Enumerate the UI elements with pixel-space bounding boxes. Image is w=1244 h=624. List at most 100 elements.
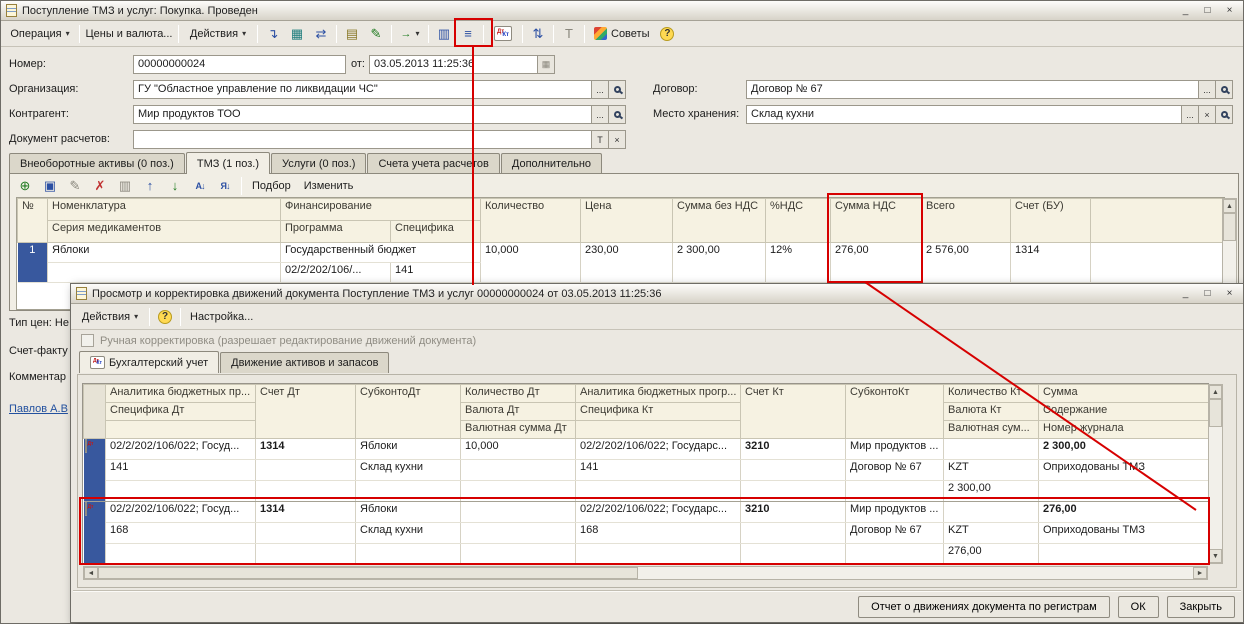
clear-icon[interactable]: × (1199, 105, 1216, 124)
scroll-thumb[interactable] (98, 567, 638, 579)
content-cell[interactable]: Оприходованы ТМЗ (1039, 523, 1209, 544)
row-number-cell[interactable]: 1 (18, 243, 48, 283)
main-titlebar[interactable]: Поступление ТМЗ и услуг: Покупка. Провед… (1, 1, 1243, 21)
sum-no-vat-cell[interactable]: 2 300,00 (673, 243, 766, 283)
change-button[interactable]: Изменить (299, 175, 359, 197)
ok-button[interactable]: ОК (1118, 596, 1159, 618)
goto-button[interactable]: → ▾ (396, 23, 424, 45)
pick-button[interactable]: Подбор (247, 175, 296, 197)
currency-kt-cell[interactable]: KZT (944, 460, 1039, 481)
choose-button[interactable]: ... (592, 105, 609, 124)
account-kt-cell[interactable]: 3210 (741, 502, 846, 523)
sort-descending-icon[interactable]: Я↓ (214, 175, 236, 197)
date-field[interactable]: 03.05.2013 11:25:36 ▦ (369, 55, 555, 74)
operation-menu-button[interactable]: Операция ▾ (5, 23, 75, 45)
tab-assets-movement[interactable]: Движение активов и запасов (220, 352, 389, 373)
nomenclature-cell[interactable]: Яблоки (48, 243, 281, 263)
currency-sum-kt-cell[interactable]: 276,00 (944, 544, 1039, 565)
help-button[interactable]: ? (154, 306, 176, 328)
storage-value[interactable]: Склад кухни (746, 105, 1182, 124)
number-value[interactable]: 00000000024 (133, 55, 346, 74)
contract-field[interactable]: Договор № 67 ... (746, 80, 1233, 99)
table-row[interactable]: 1 Яблоки Государственный бюджет 10,000 2… (18, 243, 1225, 263)
account-kt-cell[interactable]: 3210 (741, 439, 846, 460)
posting-row[interactable]: Дт Кт 02/2/202/106/022; Госуд... 1314 Яб… (84, 439, 1209, 460)
series-cell[interactable] (48, 263, 281, 283)
prices-currency-button[interactable]: Цены и валюта... (84, 23, 174, 45)
scroll-left-icon[interactable]: ◄ (84, 567, 98, 579)
subconto-dt-cell[interactable]: Яблоки (356, 439, 461, 460)
settlement-doc-value[interactable] (133, 130, 592, 149)
account-cell[interactable]: 1314 (1011, 243, 1091, 283)
empty-cell[interactable] (576, 481, 741, 502)
posting-row[interactable]: 276,00 (84, 544, 1209, 565)
subconto-dt2-cell[interactable]: Склад кухни (356, 523, 461, 544)
currency-sum-dt-cell[interactable] (461, 544, 576, 565)
empty-cell[interactable] (256, 544, 356, 565)
content-cell[interactable]: Оприходованы ТМЗ (1039, 460, 1209, 481)
tab-additional[interactable]: Дополнительно (501, 153, 602, 174)
empty-cell[interactable] (576, 544, 741, 565)
open-icon[interactable] (609, 80, 626, 99)
empty-cell[interactable] (846, 481, 944, 502)
sort-ascending-icon[interactable]: А↓ (189, 175, 211, 197)
analytics-dt-cell[interactable]: 02/2/202/106/022; Госуд... (106, 439, 256, 460)
sum-cell[interactable]: 276,00 (1039, 502, 1209, 523)
show-list-icon[interactable]: ▦ (286, 23, 308, 45)
contract-value[interactable]: Договор № 67 (746, 80, 1199, 99)
financing-cell[interactable]: Государственный бюджет (281, 243, 481, 263)
empty-cell[interactable] (741, 460, 846, 481)
empty-cell[interactable] (356, 544, 461, 565)
currency-kt-cell[interactable]: KZT (944, 523, 1039, 544)
organization-value[interactable]: ГУ "Областное управление по ликвидации Ч… (133, 80, 592, 99)
qty-dt-cell[interactable]: 10,000 (461, 439, 576, 460)
subconto-kt2-cell[interactable]: Договор № 67 (846, 523, 944, 544)
maximize-icon[interactable]: □ (1199, 286, 1216, 301)
choose-button[interactable]: ... (1199, 80, 1216, 99)
scroll-up-icon[interactable]: ▲ (1223, 199, 1236, 213)
contragent-field[interactable]: Мир продуктов ТОО ... (133, 105, 626, 124)
maximize-icon[interactable]: □ (1199, 3, 1216, 18)
edit-row-icon[interactable]: ✎ (64, 175, 86, 197)
refresh-icon[interactable]: ⇄ (310, 23, 332, 45)
total-cell[interactable]: 2 576,00 (922, 243, 1011, 283)
movements-titlebar[interactable]: Просмотр и корректировка движений докуме… (71, 284, 1243, 304)
empty-cell[interactable] (106, 544, 256, 565)
empty-cell[interactable] (356, 481, 461, 502)
organization-field[interactable]: ГУ "Областное управление по ликвидации Ч… (133, 80, 626, 99)
settings-button[interactable]: Настройка... (185, 306, 258, 328)
number-field[interactable]: 00000000024 (133, 55, 346, 74)
calendar-icon[interactable]: ▦ (538, 55, 555, 74)
account-dt-cell[interactable]: 1314 (256, 439, 356, 460)
list-settings-icon[interactable]: ≡ (457, 23, 479, 45)
open-icon[interactable] (1216, 105, 1233, 124)
program-code-cell[interactable]: 02/2/202/106/... (281, 263, 391, 283)
open-icon[interactable] (609, 105, 626, 124)
currency-sum-kt-cell[interactable]: 2 300,00 (944, 481, 1039, 502)
specifics-dt-cell[interactable]: 168 (106, 523, 256, 544)
show-postings-button[interactable]: Дт Кт (488, 23, 518, 45)
empty-cell[interactable] (741, 481, 846, 502)
qty-kt-cell[interactable] (944, 502, 1039, 523)
minimize-icon[interactable]: _ (1177, 3, 1194, 18)
posting-row[interactable]: 2 300,00 (84, 481, 1209, 502)
vat-percent-cell[interactable]: 12% (766, 243, 831, 283)
scroll-thumb[interactable] (1223, 213, 1236, 241)
specifics-dt-cell[interactable]: 141 (106, 460, 256, 481)
actions-menu-button[interactable]: Действия ▾ (183, 23, 253, 45)
tab-accounting[interactable]: Дт Кт Бухгалтерский учет (79, 351, 219, 373)
journal-cell[interactable] (1039, 481, 1209, 502)
analytics-kt-cell[interactable]: 02/2/202/106/022; Государс... (576, 439, 741, 460)
text-filter-icon[interactable]: Т (558, 23, 580, 45)
copy-row-icon[interactable]: ▣ (39, 175, 61, 197)
movements-horizontal-scrollbar[interactable]: ◄ ► (83, 566, 1208, 580)
account-dt-cell[interactable]: 1314 (256, 502, 356, 523)
open-icon[interactable] (1216, 80, 1233, 99)
date-value[interactable]: 03.05.2013 11:25:36 (369, 55, 538, 74)
posting-row[interactable]: 141 Склад кухни 141 Договор № 67 KZT Опр… (84, 460, 1209, 481)
edit-document-icon[interactable]: ✎ (365, 23, 387, 45)
currency-dt-cell[interactable] (461, 460, 576, 481)
author-link[interactable]: Павлов А.В (9, 403, 68, 415)
currency-sum-dt-cell[interactable] (461, 481, 576, 502)
empty-cell[interactable] (256, 523, 356, 544)
